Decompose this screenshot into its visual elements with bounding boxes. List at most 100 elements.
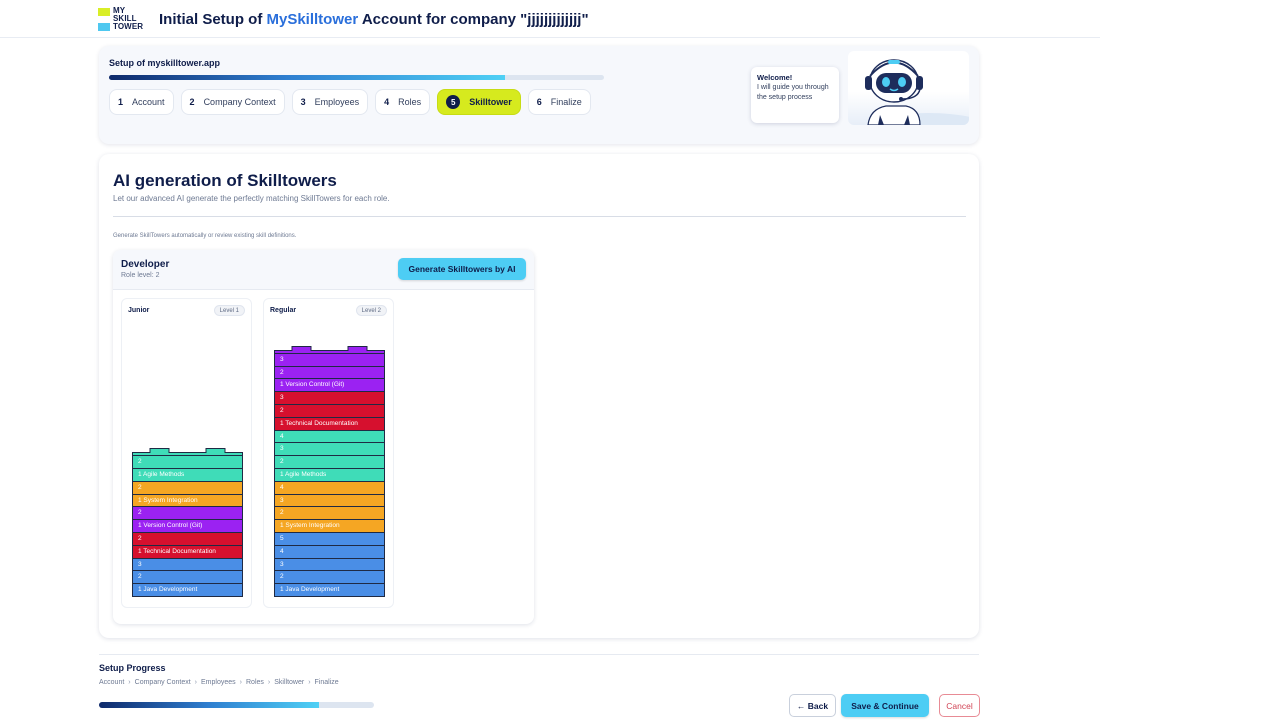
- skill-brick[interactable]: 3: [274, 392, 385, 406]
- assistant-robot-avatar: [848, 51, 969, 125]
- level-column-regular: Regular Level 2321 Version Control (Git) 3…: [263, 298, 394, 608]
- skill-brick[interactable]: 3: [132, 558, 243, 572]
- skill-brick[interactable]: 4: [274, 481, 385, 495]
- save-continue-button[interactable]: Save & Continue: [841, 694, 929, 717]
- role-name: Developer: [121, 259, 170, 270]
- skill-brick[interactable]: 1 Agile Methods: [274, 469, 385, 482]
- setup-progress-fill: [109, 75, 505, 80]
- role-level: Role level: 2: [121, 272, 160, 279]
- skill-brick[interactable]: 4: [274, 430, 385, 444]
- skill-brick[interactable]: 3: [274, 558, 385, 572]
- step-account[interactable]: 1 Account: [109, 89, 174, 115]
- breadcrumb-separator: ›: [239, 679, 242, 686]
- back-button[interactable]: ← Back: [789, 694, 836, 717]
- step-label: Skilltower: [469, 97, 512, 107]
- step-employees[interactable]: 3 Employees: [291, 89, 369, 115]
- level-badge: Level 1: [213, 305, 245, 316]
- breadcrumb: Account › Company Context › Employees › Roles ›…: [99, 679, 339, 686]
- skill-brick[interactable]: 4: [274, 545, 385, 559]
- skill-brick[interactable]: 1 Technical Documentation: [274, 417, 385, 431]
- skill-brick[interactable]: 3: [274, 494, 385, 508]
- skill-brick[interactable]: 1 System Integration: [132, 494, 243, 508]
- title-brand: MySkilltower: [266, 11, 359, 28]
- assistant-message: I will guide you through the setup proce…: [757, 84, 829, 101]
- skill-brick[interactable]: 2: [132, 481, 243, 495]
- skill-brick[interactable]: 1 Java Development: [274, 584, 385, 597]
- skill-tower: 21 Agile Methods 2 1 System Integration 2 1 …: [132, 448, 243, 597]
- logo-line-3: TOWER: [113, 22, 144, 31]
- level-column-junior: Junior Level 121 Agile Methods 2 1 System I…: [121, 298, 252, 608]
- skill-brick[interactable]: 2: [274, 456, 385, 470]
- skill-brick[interactable]: 1 Version Control (Git): [274, 379, 385, 393]
- setup-progress-bar: [109, 75, 604, 80]
- footer-divider: [99, 654, 979, 655]
- step-company-context[interactable]: 2 Company Context: [180, 89, 285, 115]
- breadcrumb-item-finalize[interactable]: Finalize: [315, 679, 339, 686]
- skill-brick[interactable]: 2: [132, 571, 243, 585]
- level-badge: Level 2: [355, 305, 387, 316]
- myskilltower-logo[interactable]: MY SKILL TOWER: [98, 7, 154, 33]
- breadcrumb-item-roles[interactable]: Roles: [246, 679, 264, 686]
- skill-brick[interactable]: 2: [132, 533, 243, 546]
- app-header: MY SKILL TOWER Initial Setup of MySkillt…: [0, 0, 1100, 38]
- step-label: Roles: [398, 97, 422, 107]
- level-name: Regular: [270, 307, 297, 314]
- step-label: Company Context: [203, 97, 276, 107]
- page-title: Initial Setup of MySkilltower Account fo…: [159, 10, 589, 30]
- skill-brick[interactable]: 2: [274, 366, 385, 380]
- skill-brick[interactable]: 2: [132, 507, 243, 521]
- assistant-greeting: Welcome!: [757, 73, 793, 82]
- main-card: AI generation of Skilltowers Let our adv…: [99, 154, 979, 638]
- setup-steps: 1 Account 2 Company Context 3 Employees 4 Roles…: [109, 89, 591, 115]
- breadcrumb-item-employees[interactable]: Employees: [201, 679, 236, 686]
- title-prefix: Initial Setup of: [159, 11, 267, 28]
- generate-skilltowers-button[interactable]: Generate Skilltowers by AI: [398, 258, 526, 280]
- skill-brick[interactable]: 2: [132, 456, 243, 470]
- assistant-speech-bubble: Welcome! I will guide you through the se…: [751, 67, 839, 123]
- step-label: Account: [132, 97, 165, 107]
- section-subtitle: Let our advanced AI generate the perfect…: [113, 194, 390, 203]
- breadcrumb-separator: ›: [194, 679, 198, 686]
- breadcrumb-separator: ›: [267, 679, 271, 686]
- skill-brick[interactable]: 2: [274, 507, 385, 521]
- step-finalize[interactable]: 6 Finalize: [527, 89, 591, 115]
- setup-card: Setup of myskilltower.app 1 Account 2 Compa…: [99, 46, 979, 144]
- step-number: 4: [384, 97, 390, 107]
- skill-brick[interactable]: 1 Java Development: [132, 584, 243, 597]
- step-number: 5: [446, 95, 461, 109]
- step-number: 6: [536, 97, 542, 107]
- tower-cap: [132, 448, 243, 457]
- skill-brick[interactable]: 3: [274, 443, 385, 457]
- skill-brick[interactable]: 1 Technical Documentation: [132, 545, 243, 559]
- step-label: Finalize: [550, 97, 582, 107]
- robot-icon: [865, 59, 969, 125]
- title-suffix: Account for company "jjjjjjjjjjjjj": [358, 11, 589, 28]
- logo-blue-block: [98, 23, 110, 31]
- footer-progress-bar: [99, 702, 374, 708]
- footer-title: Setup Progress: [99, 663, 166, 673]
- skill-brick[interactable]: 2: [274, 405, 385, 418]
- breadcrumb-separator: ›: [308, 679, 311, 686]
- tower-cap: [274, 345, 385, 354]
- level-name: Junior: [128, 307, 150, 314]
- breadcrumb-item-account[interactable]: Account: [99, 679, 124, 686]
- step-number: 2: [189, 97, 195, 107]
- logo-yellow-block: [98, 8, 110, 16]
- setup-title: Setup of myskilltower.app: [109, 58, 221, 68]
- step-label: Employees: [314, 97, 360, 107]
- step-skilltower[interactable]: 5 Skilltower: [437, 89, 521, 115]
- step-roles[interactable]: 4 Roles: [375, 89, 431, 115]
- step-number: 1: [118, 97, 124, 107]
- skill-brick[interactable]: 3: [274, 353, 385, 367]
- role-panel-developer: Developer Role level: 2 Generate Skillto…: [113, 250, 534, 624]
- breadcrumb-item-company-context[interactable]: Company Context: [135, 679, 191, 686]
- skill-brick[interactable]: 5: [274, 533, 385, 546]
- skill-brick[interactable]: 2: [274, 571, 385, 585]
- skill-tower: 321 Version Control (Git) 3 2 1 Technical D…: [274, 345, 385, 597]
- skill-brick[interactable]: 1 Version Control (Git): [132, 520, 243, 534]
- skill-brick[interactable]: 1 System Integration: [274, 520, 385, 534]
- skill-brick[interactable]: 1 Agile Methods: [132, 469, 243, 482]
- breadcrumb-separator: ›: [128, 679, 131, 686]
- cancel-button[interactable]: Cancel: [939, 694, 980, 717]
- breadcrumb-item-skilltower[interactable]: Skilltower: [274, 679, 304, 686]
